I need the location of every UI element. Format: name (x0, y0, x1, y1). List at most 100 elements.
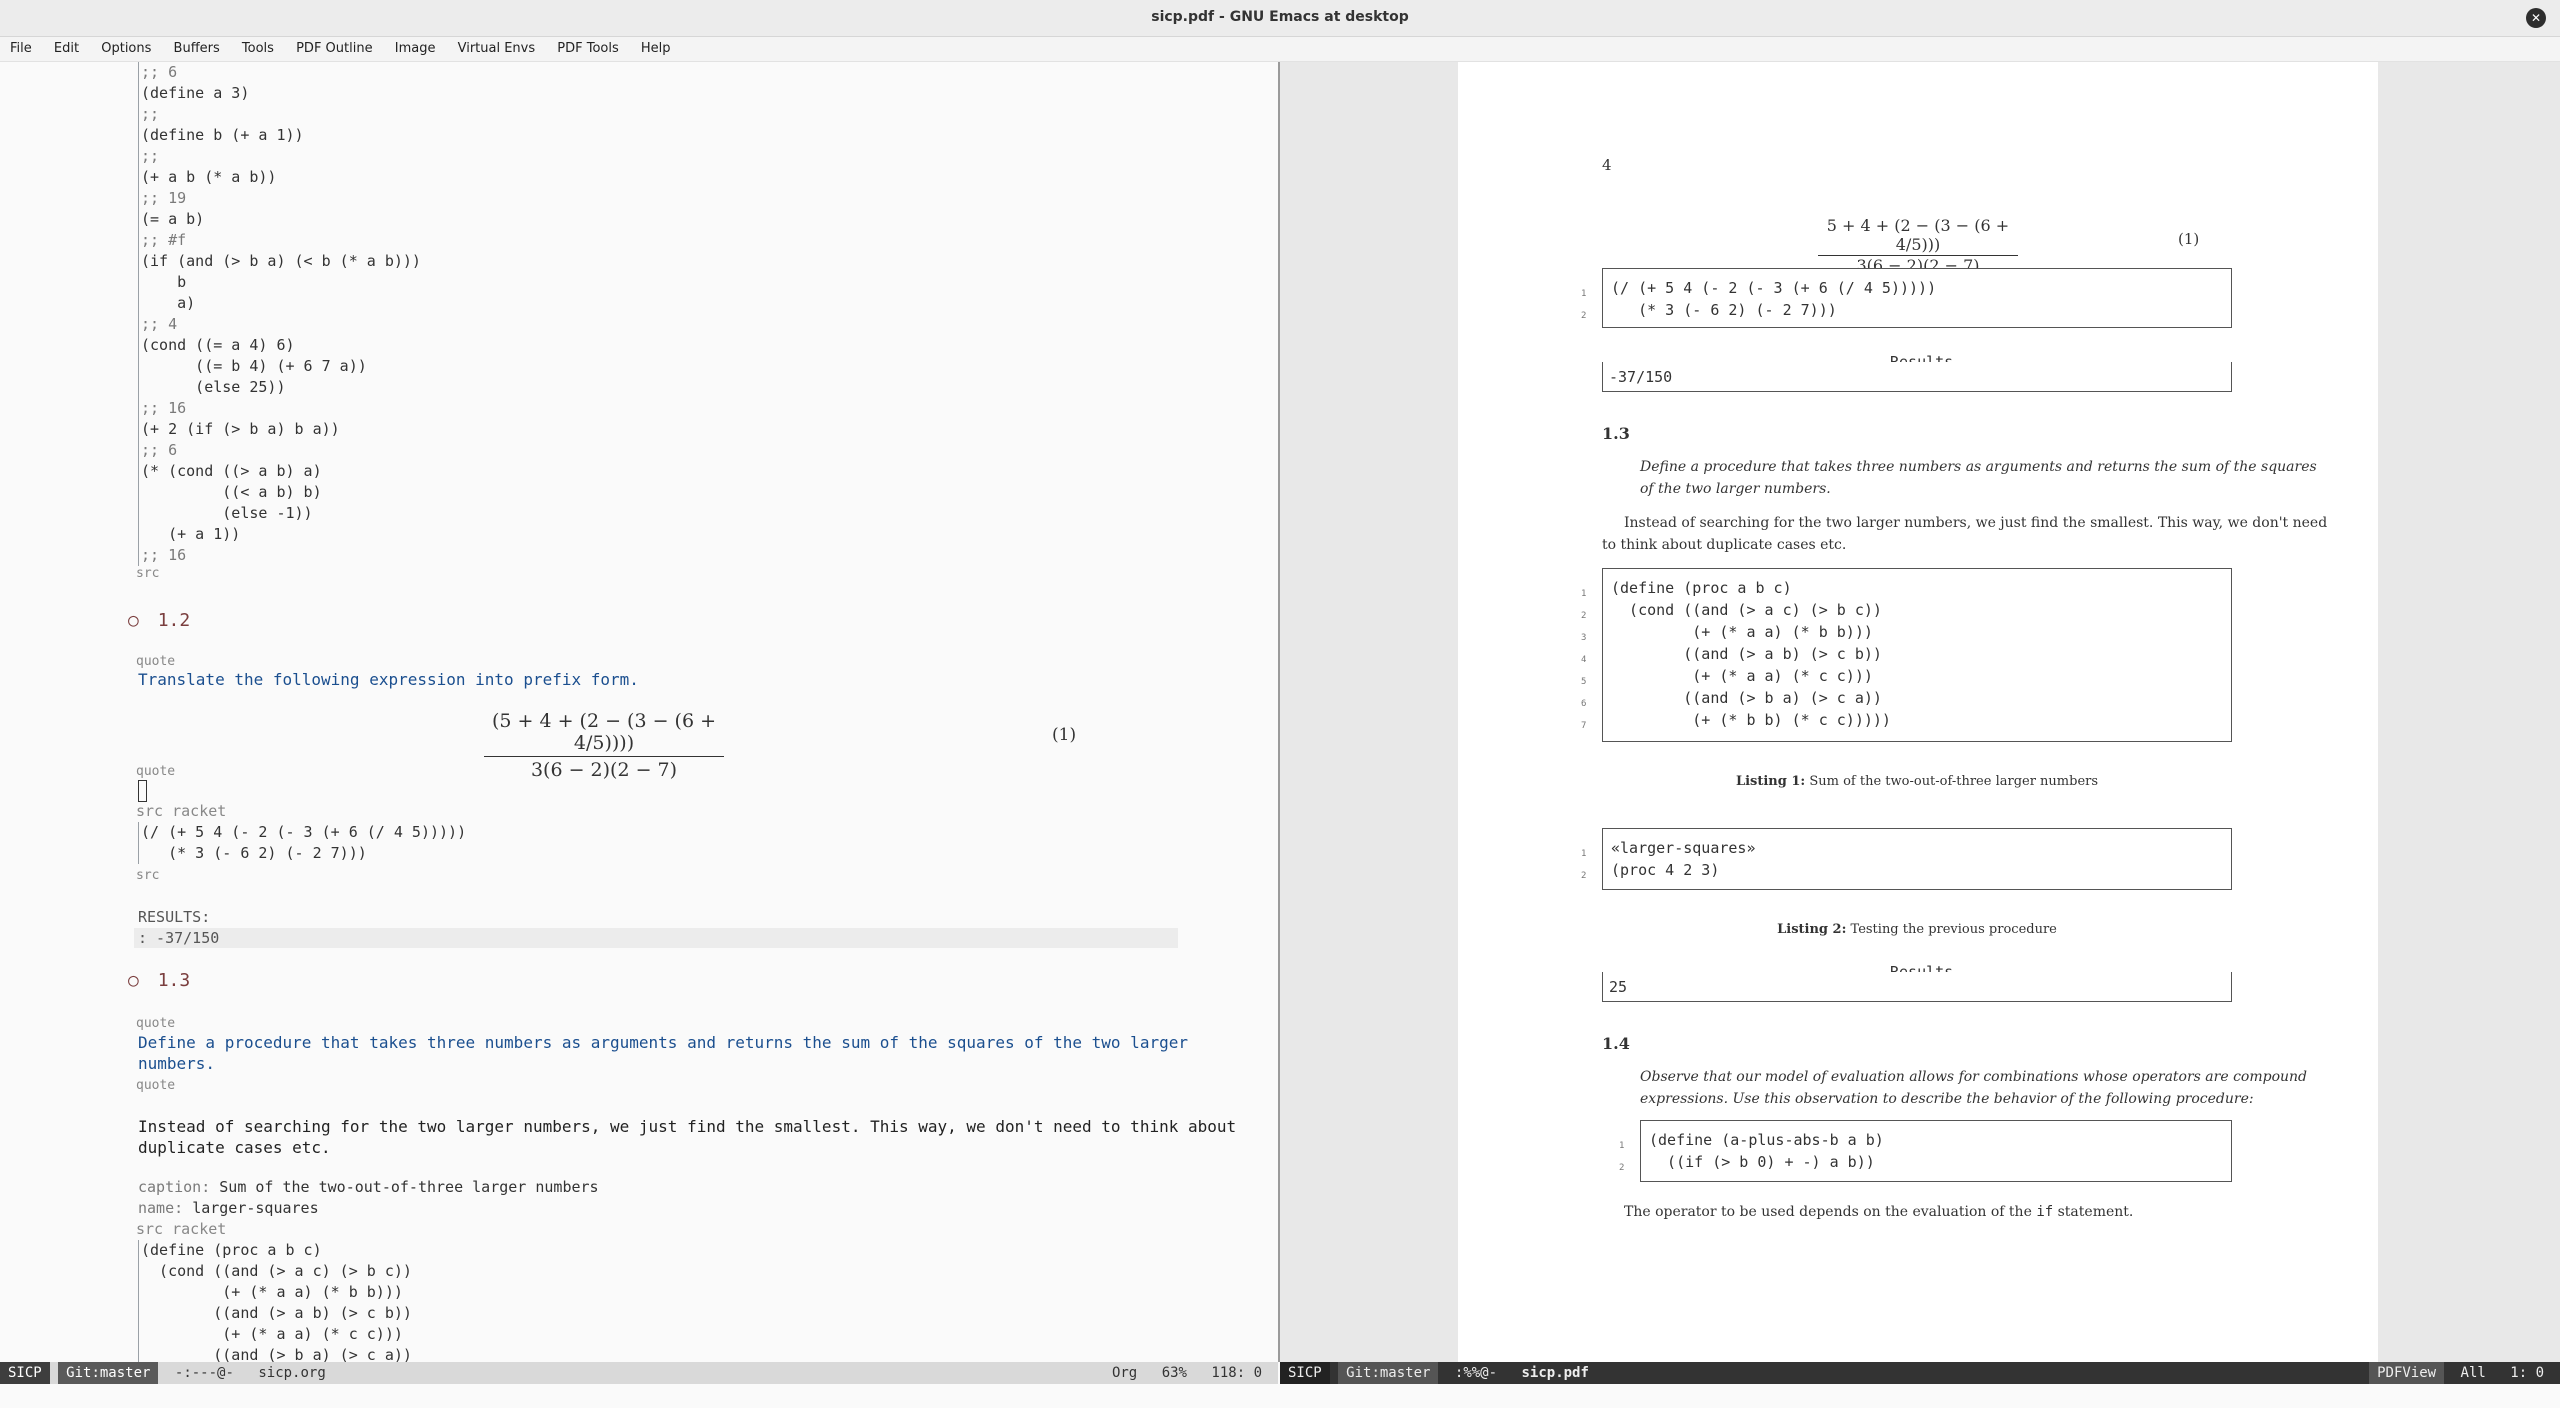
code-line: 1 (define (a-plus-abs-b a b) (1619, 1129, 2223, 1151)
code-line: ;; 16 (138, 398, 421, 419)
modeline-mode[interactable]: Org (1104, 1362, 1145, 1384)
code-line: (else 25)) (138, 377, 421, 398)
code-line: (cond ((and (> a c) (> b c)) (138, 1261, 412, 1282)
code-line: (= a b) (138, 209, 421, 230)
pdf-paragraph-1-4: The operator to be used depends on the e… (1624, 1204, 2133, 1220)
code-line: (+ (* a a) (* c c))) (138, 1324, 412, 1345)
quote-line: numbers. (138, 1054, 216, 1073)
pdf-quote-1-3: Define a procedure that takes three numb… (1640, 456, 2317, 500)
listing-text: Sum of the two-out-of-three larger numbe… (1809, 774, 2099, 789)
modeline-right-info: PDFView All 1: 0 (2369, 1362, 2552, 1384)
modeline-branch: Git:master (1338, 1362, 1439, 1384)
menu-file[interactable]: File (10, 37, 32, 61)
org-code-block-1[interactable]: ;; 6 (define a 3);; (define b (+ a 1));; (+… (138, 62, 421, 566)
menu-options[interactable]: Options (101, 37, 151, 61)
menu-pdf-outline[interactable]: PDF Outline (296, 37, 373, 61)
org-equation: (5 + 4 + (2 − (3 − (6 + 4/5)))) 3(6 − 2)… (484, 710, 724, 781)
code-line: (+ a b (* a b)) (138, 167, 421, 188)
code-line: 2 (* 3 (- 6 2) (- 2 7))) (1581, 299, 2223, 321)
modeline-position: 118: 0 (1211, 1365, 1262, 1381)
code-line: b (138, 272, 421, 293)
code-line: ((and (> a b) (> c b)) (138, 1303, 412, 1324)
line-number: 2 (1619, 1163, 1625, 1173)
heading-bullet-icon: ○ (128, 970, 139, 991)
code-line: 1 (define (proc a b c) (1581, 577, 2223, 599)
modeline-buffer[interactable]: sicp.org (250, 1362, 333, 1384)
paragraph-line: to think about duplicate cases etc. (1602, 537, 1847, 553)
close-icon[interactable]: ✕ (2526, 8, 2546, 28)
equation-numerator: 5 + 4 + (2 − (3 − (6 + 4/5))) (1818, 216, 2018, 256)
quote-line: expressions. Use this observation to des… (1640, 1091, 2254, 1107)
code-line: (else -1)) (138, 503, 421, 524)
quote-line: Observe that our model of evaluation all… (1640, 1069, 2308, 1085)
menu-edit[interactable]: Edit (54, 37, 79, 61)
code-line: 1 «larger-squares» (1581, 837, 2223, 859)
menu-tools[interactable]: Tools (242, 37, 274, 61)
equation-numerator: (5 + 4 + (2 − (3 − (6 + 4/5)))) (484, 710, 724, 757)
code-line: (if (and (> b a) (< b (* a b))) (138, 251, 421, 272)
code-line: (define (proc a b c) (138, 1240, 412, 1261)
paragraph-line: Instead of searching for the two larger … (1624, 515, 2328, 531)
window-title: sicp.pdf - GNU Emacs at desktop (1151, 9, 1409, 25)
pdf-code-block-3: 1 «larger-squares» 2 (proc 4 2 3) (1581, 828, 2232, 890)
inline-code: if (2036, 1204, 2054, 1220)
results-value: : -37/150 (134, 928, 1178, 948)
modeline-percent: 63% (1161, 1365, 1187, 1381)
line-number: 4 (1581, 655, 1587, 665)
code-line: (* (cond ((> a b) a) (138, 461, 421, 482)
caption-line: caption: Sum of the two-out-of-three lar… (138, 1178, 599, 1196)
menu-pdf-tools[interactable]: PDF Tools (557, 37, 618, 61)
line-number: 1 (1581, 849, 1587, 859)
menu-buffers[interactable]: Buffers (174, 37, 220, 61)
caption-value: Sum of the two-out-of-three larger numbe… (219, 1178, 599, 1196)
quote-1-3[interactable]: Define a procedure that takes three numb… (138, 1032, 1188, 1074)
code-line: ((and (> b a) (> c a)) (138, 1345, 412, 1362)
name-value: larger-squares (192, 1199, 319, 1217)
menu-virtual-envs[interactable]: Virtual Envs (458, 37, 536, 61)
org-code-block-3[interactable]: (define (proc a b c) (cond ((and (> a c)… (138, 1240, 412, 1362)
listing-label: Listing 2: (1777, 922, 1847, 937)
line-number: 7 (1581, 721, 1587, 731)
line-number: 5 (1581, 677, 1587, 687)
modeline-mode[interactable]: PDFView (2369, 1362, 2445, 1384)
text-cursor (138, 780, 147, 802)
pdf-view[interactable]: 4 5 + 4 + (2 − (3 − (6 + 4/5))) 3(6 − 2)… (1280, 62, 2560, 1362)
quote-1-2[interactable]: Translate the following expression into … (138, 670, 639, 689)
results-box-2: 25 (1602, 972, 2232, 1002)
menu-image[interactable]: Image (395, 37, 436, 61)
org-code-block-2[interactable]: (/ (+ 5 4 (- 2 (- 3 (+ 6 (/ 4 5))))) (* … (138, 822, 466, 864)
paragraph-1-3[interactable]: Instead of searching for the two larger … (138, 1116, 1236, 1158)
line-number: 2 (1581, 611, 1587, 621)
modeline-buffer[interactable]: sicp.pdf (1513, 1362, 1596, 1384)
listing-1-caption: Listing 1: Sum of the two-out-of-three l… (1602, 774, 2232, 789)
quote-line: of the two larger numbers. (1640, 481, 1831, 497)
paragraph-text: The operator to be used depends on the e… (1624, 1204, 2032, 1220)
window-titlebar: sicp.pdf - GNU Emacs at desktop ✕ (0, 0, 2560, 37)
pdf-code-block-1: 1 (/ (+ 5 4 (- 2 (- 3 (+ 6 (/ 4 5))))) 2 (… (1581, 268, 2232, 328)
equation-label: (1) (1052, 725, 1077, 745)
listing-text: Testing the previous procedure (1850, 922, 2057, 937)
menu-help[interactable]: Help (641, 37, 671, 61)
echo-area[interactable] (0, 1384, 2560, 1408)
pdf-page[interactable]: 4 5 + 4 + (2 − (3 − (6 + 4/5))) 3(6 − 2)… (1458, 62, 2378, 1362)
caption-key: caption: (138, 1178, 211, 1196)
page-number: 4 (1602, 156, 1612, 174)
heading-1-3[interactable]: ○ 1.3 (128, 970, 190, 991)
results-box-1: -37/150 (1602, 362, 2232, 392)
heading-1-2[interactable]: ○ 1.2 (128, 610, 190, 631)
pdf-quote-1-4: Observe that our model of evaluation all… (1640, 1066, 2307, 1110)
org-buffer[interactable]: ;; 6 (define a 3);; (define b (+ a 1));; (+… (0, 62, 1276, 1362)
pdf-paragraph-1-3: Instead of searching for the two larger … (1602, 512, 2327, 556)
quote-begin-marker: quote (136, 654, 176, 669)
quote-line: Define a procedure that takes three numb… (1640, 459, 2317, 475)
paragraph-line: Instead of searching for the two larger … (138, 1117, 1237, 1136)
quote-begin-marker-2: quote (136, 1016, 176, 1031)
modeline-position: 1: 0 (2510, 1365, 2544, 1381)
paragraph-line: duplicate cases etc. (138, 1138, 331, 1157)
line-number: 3 (1581, 633, 1587, 643)
name-key: name: (138, 1199, 184, 1217)
code-line: ;; 19 (138, 188, 421, 209)
code-line: (/ (+ 5 4 (- 2 (- 3 (+ 6 (/ 4 5))))) (138, 822, 466, 843)
line-number: 1 (1581, 589, 1587, 599)
heading-bullet-icon: ○ (128, 610, 139, 631)
